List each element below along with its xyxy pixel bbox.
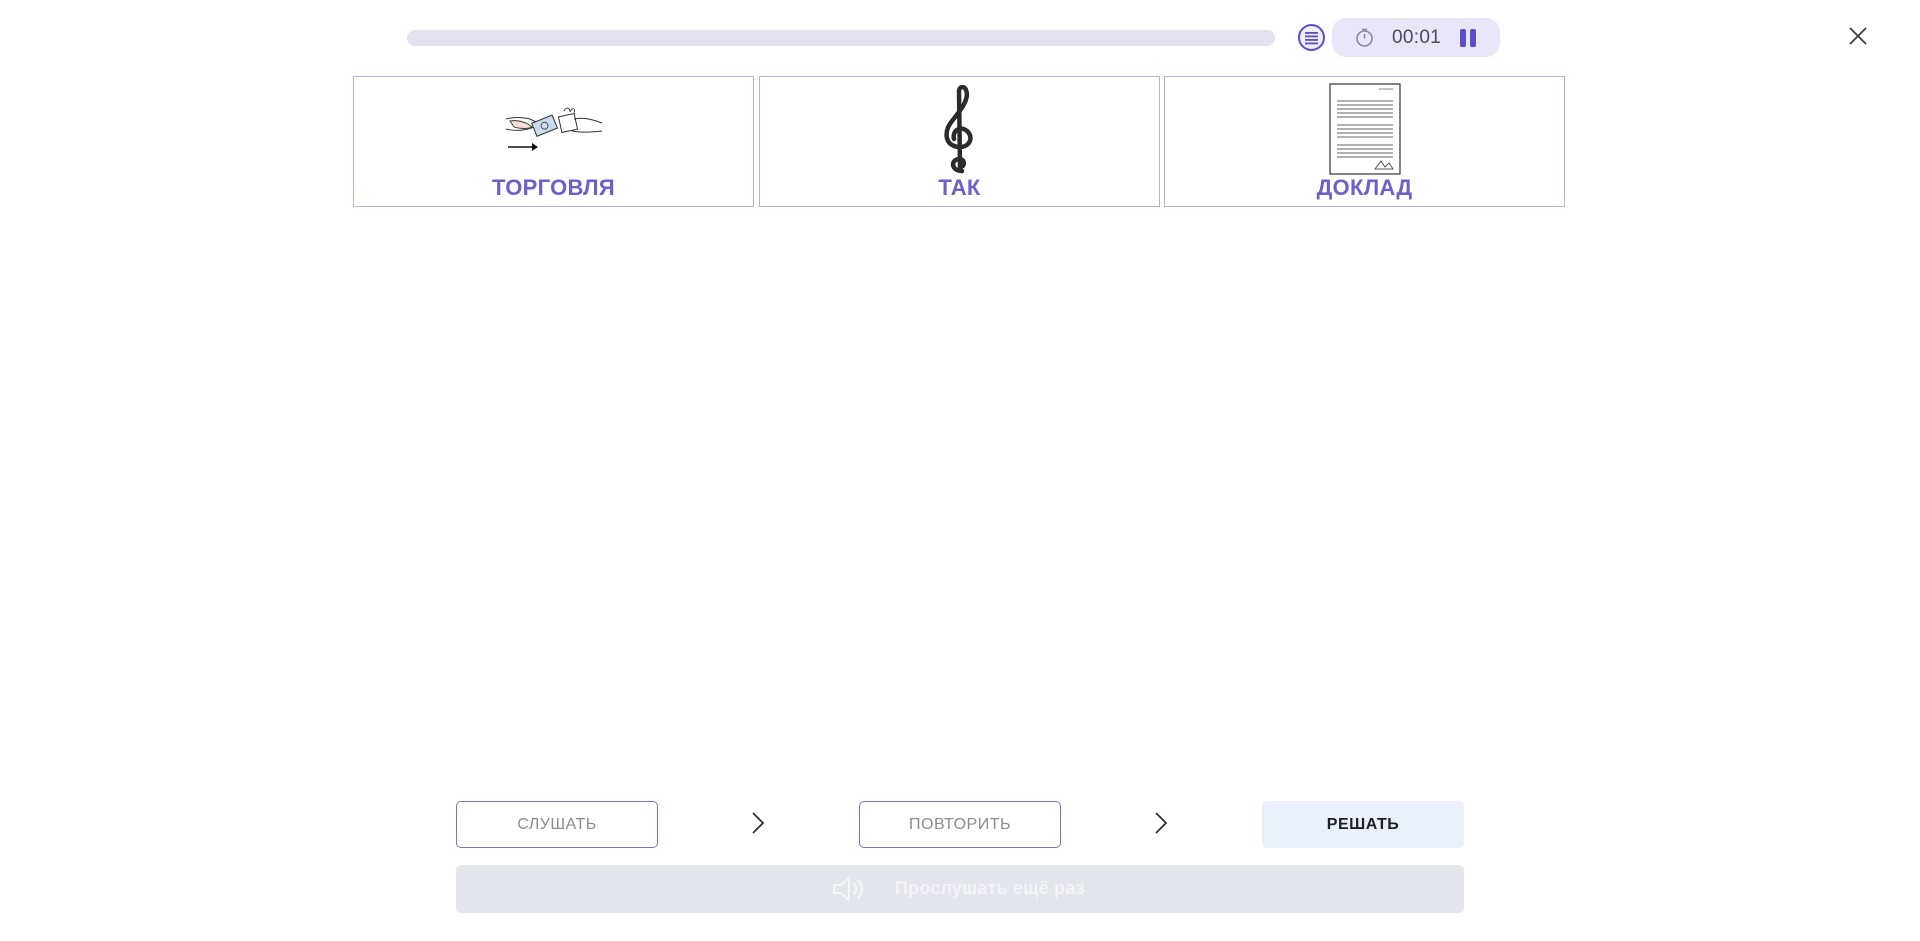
card-label: ДОКЛАД xyxy=(1316,175,1413,200)
report-document-icon xyxy=(1328,83,1401,175)
pause-button[interactable] xyxy=(1458,29,1478,47)
card-report[interactable]: ДОКЛАД xyxy=(1164,76,1565,207)
trade-exchange-icon xyxy=(505,107,602,151)
card-tak[interactable]: ТАК xyxy=(759,76,1160,207)
repeat-button[interactable]: ПОВТОРИТЬ xyxy=(859,801,1061,848)
timer: 00:01 xyxy=(1332,18,1500,57)
list-icon xyxy=(1305,32,1318,45)
pause-icon xyxy=(1460,29,1466,47)
listen-button[interactable]: СЛУШАТЬ xyxy=(456,801,658,848)
close-icon[interactable] xyxy=(1846,24,1870,48)
chevron-right-icon xyxy=(752,812,765,834)
progress-bar xyxy=(407,30,1275,46)
replay-label: Прослушать ещё раз xyxy=(895,878,1085,898)
stopwatch-icon xyxy=(1356,28,1373,47)
card-label: ТАК xyxy=(938,175,981,200)
card-label: ТОРГОВЛЯ xyxy=(492,175,615,200)
treble-clef-icon xyxy=(943,85,973,174)
list-button[interactable] xyxy=(1298,24,1325,51)
exercise-screen: 00:01 ТОРГОВЛЯ ТАК ДОКЛАД СЛУШАТЬ ПОВТОР… xyxy=(0,0,1920,941)
card-trade[interactable]: ТОРГОВЛЯ xyxy=(353,76,754,207)
timer-value: 00:01 xyxy=(1392,27,1442,48)
replay-button[interactable]: Прослушать ещё раз xyxy=(456,865,1464,913)
speaker-icon xyxy=(833,877,863,901)
chevron-right-icon xyxy=(1155,812,1168,834)
solve-button[interactable]: РЕШАТЬ xyxy=(1262,801,1464,848)
